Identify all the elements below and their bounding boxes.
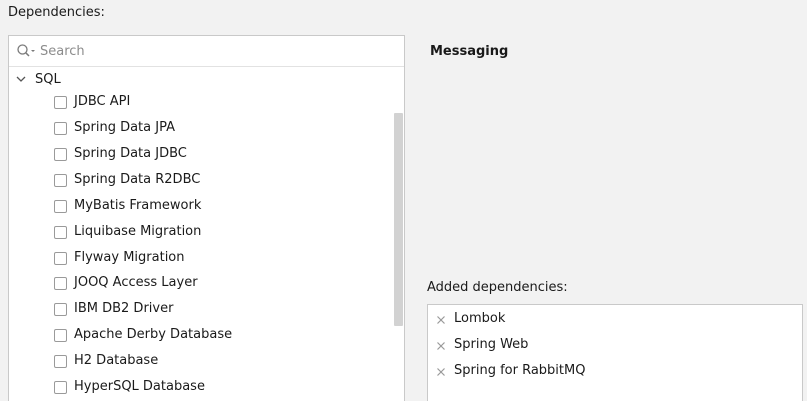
- added-dependency-item: Spring Web: [436, 336, 776, 358]
- dependency-checkbox[interactable]: [54, 303, 67, 316]
- close-icon[interactable]: [436, 367, 446, 377]
- category-title: Messaging: [430, 44, 509, 59]
- dependency-item[interactable]: Spring Data JPA: [54, 119, 384, 141]
- dependency-checkbox[interactable]: [54, 122, 67, 135]
- dependency-label: JOOQ Access Layer: [74, 275, 198, 290]
- added-dependencies-label: Added dependencies:: [427, 280, 568, 295]
- dependency-checkbox[interactable]: [54, 226, 67, 239]
- added-dependency-label: Spring for RabbitMQ: [454, 363, 586, 378]
- dependency-label: Spring Data JPA: [74, 120, 175, 135]
- dependency-label: Apache Derby Database: [74, 327, 233, 342]
- dependency-label: HyperSQL Database: [74, 379, 205, 394]
- search-bar: [9, 36, 404, 67]
- dependency-item[interactable]: Spring Data JDBC: [54, 145, 384, 167]
- search-input[interactable]: [40, 41, 380, 61]
- dependency-label: MyBatis Framework: [74, 198, 202, 213]
- close-icon[interactable]: [436, 341, 446, 351]
- dependency-label: Spring Data R2DBC: [74, 172, 201, 187]
- dependency-label: Flyway Migration: [74, 250, 185, 265]
- dependencies-label: Dependencies:: [8, 5, 105, 20]
- tree-scrollbar-thumb[interactable]: [394, 113, 403, 326]
- dependency-checkbox[interactable]: [54, 252, 67, 265]
- dependency-tree-panel: SQL JDBC API Spring Data JPA Spring Data…: [8, 35, 405, 401]
- dependency-label: H2 Database: [74, 353, 159, 368]
- added-dependency-label: Lombok: [454, 311, 506, 326]
- search-icon[interactable]: [16, 43, 36, 59]
- dependency-checkbox[interactable]: [54, 277, 67, 290]
- dependency-item[interactable]: MyBatis Framework: [54, 197, 384, 219]
- dependency-checkbox[interactable]: [54, 329, 67, 342]
- tree-group-sql[interactable]: SQL: [9, 67, 394, 93]
- chevron-down-icon[interactable]: [16, 75, 26, 83]
- dependency-item[interactable]: H2 Database: [54, 352, 384, 374]
- dependency-label: IBM DB2 Driver: [74, 301, 174, 316]
- dependency-checkbox[interactable]: [54, 96, 67, 109]
- dependencies-dialog: Dependencies: SQL JDBC API Spring Data J…: [0, 0, 807, 401]
- dependency-item[interactable]: Liquibase Migration: [54, 223, 384, 245]
- dependency-checkbox[interactable]: [54, 148, 67, 161]
- dependency-label: Liquibase Migration: [74, 224, 202, 239]
- close-icon[interactable]: [436, 315, 446, 325]
- added-dependencies-list: Lombok Spring Web Spring for RabbitMQ: [427, 304, 803, 401]
- dependency-checkbox[interactable]: [54, 174, 67, 187]
- dependency-item[interactable]: JOOQ Access Layer: [54, 274, 384, 296]
- dependency-item[interactable]: Flyway Migration: [54, 249, 384, 271]
- dependency-label: Spring Data JDBC: [74, 146, 187, 161]
- added-dependency-item: Lombok: [436, 310, 776, 332]
- added-dependency-label: Spring Web: [454, 337, 529, 352]
- dependency-item[interactable]: JDBC API: [54, 93, 384, 115]
- dependency-checkbox[interactable]: [54, 355, 67, 368]
- dependency-item[interactable]: Spring Data R2DBC: [54, 171, 384, 193]
- dependency-checkbox[interactable]: [54, 200, 67, 213]
- dependency-checkbox[interactable]: [54, 381, 67, 394]
- dependency-item[interactable]: HyperSQL Database: [54, 378, 384, 400]
- dependency-item[interactable]: IBM DB2 Driver: [54, 300, 384, 322]
- dependency-label: JDBC API: [74, 94, 131, 109]
- dependency-item[interactable]: Apache Derby Database: [54, 326, 384, 348]
- tree-group-label: SQL: [35, 72, 61, 87]
- added-dependency-item: Spring for RabbitMQ: [436, 362, 776, 384]
